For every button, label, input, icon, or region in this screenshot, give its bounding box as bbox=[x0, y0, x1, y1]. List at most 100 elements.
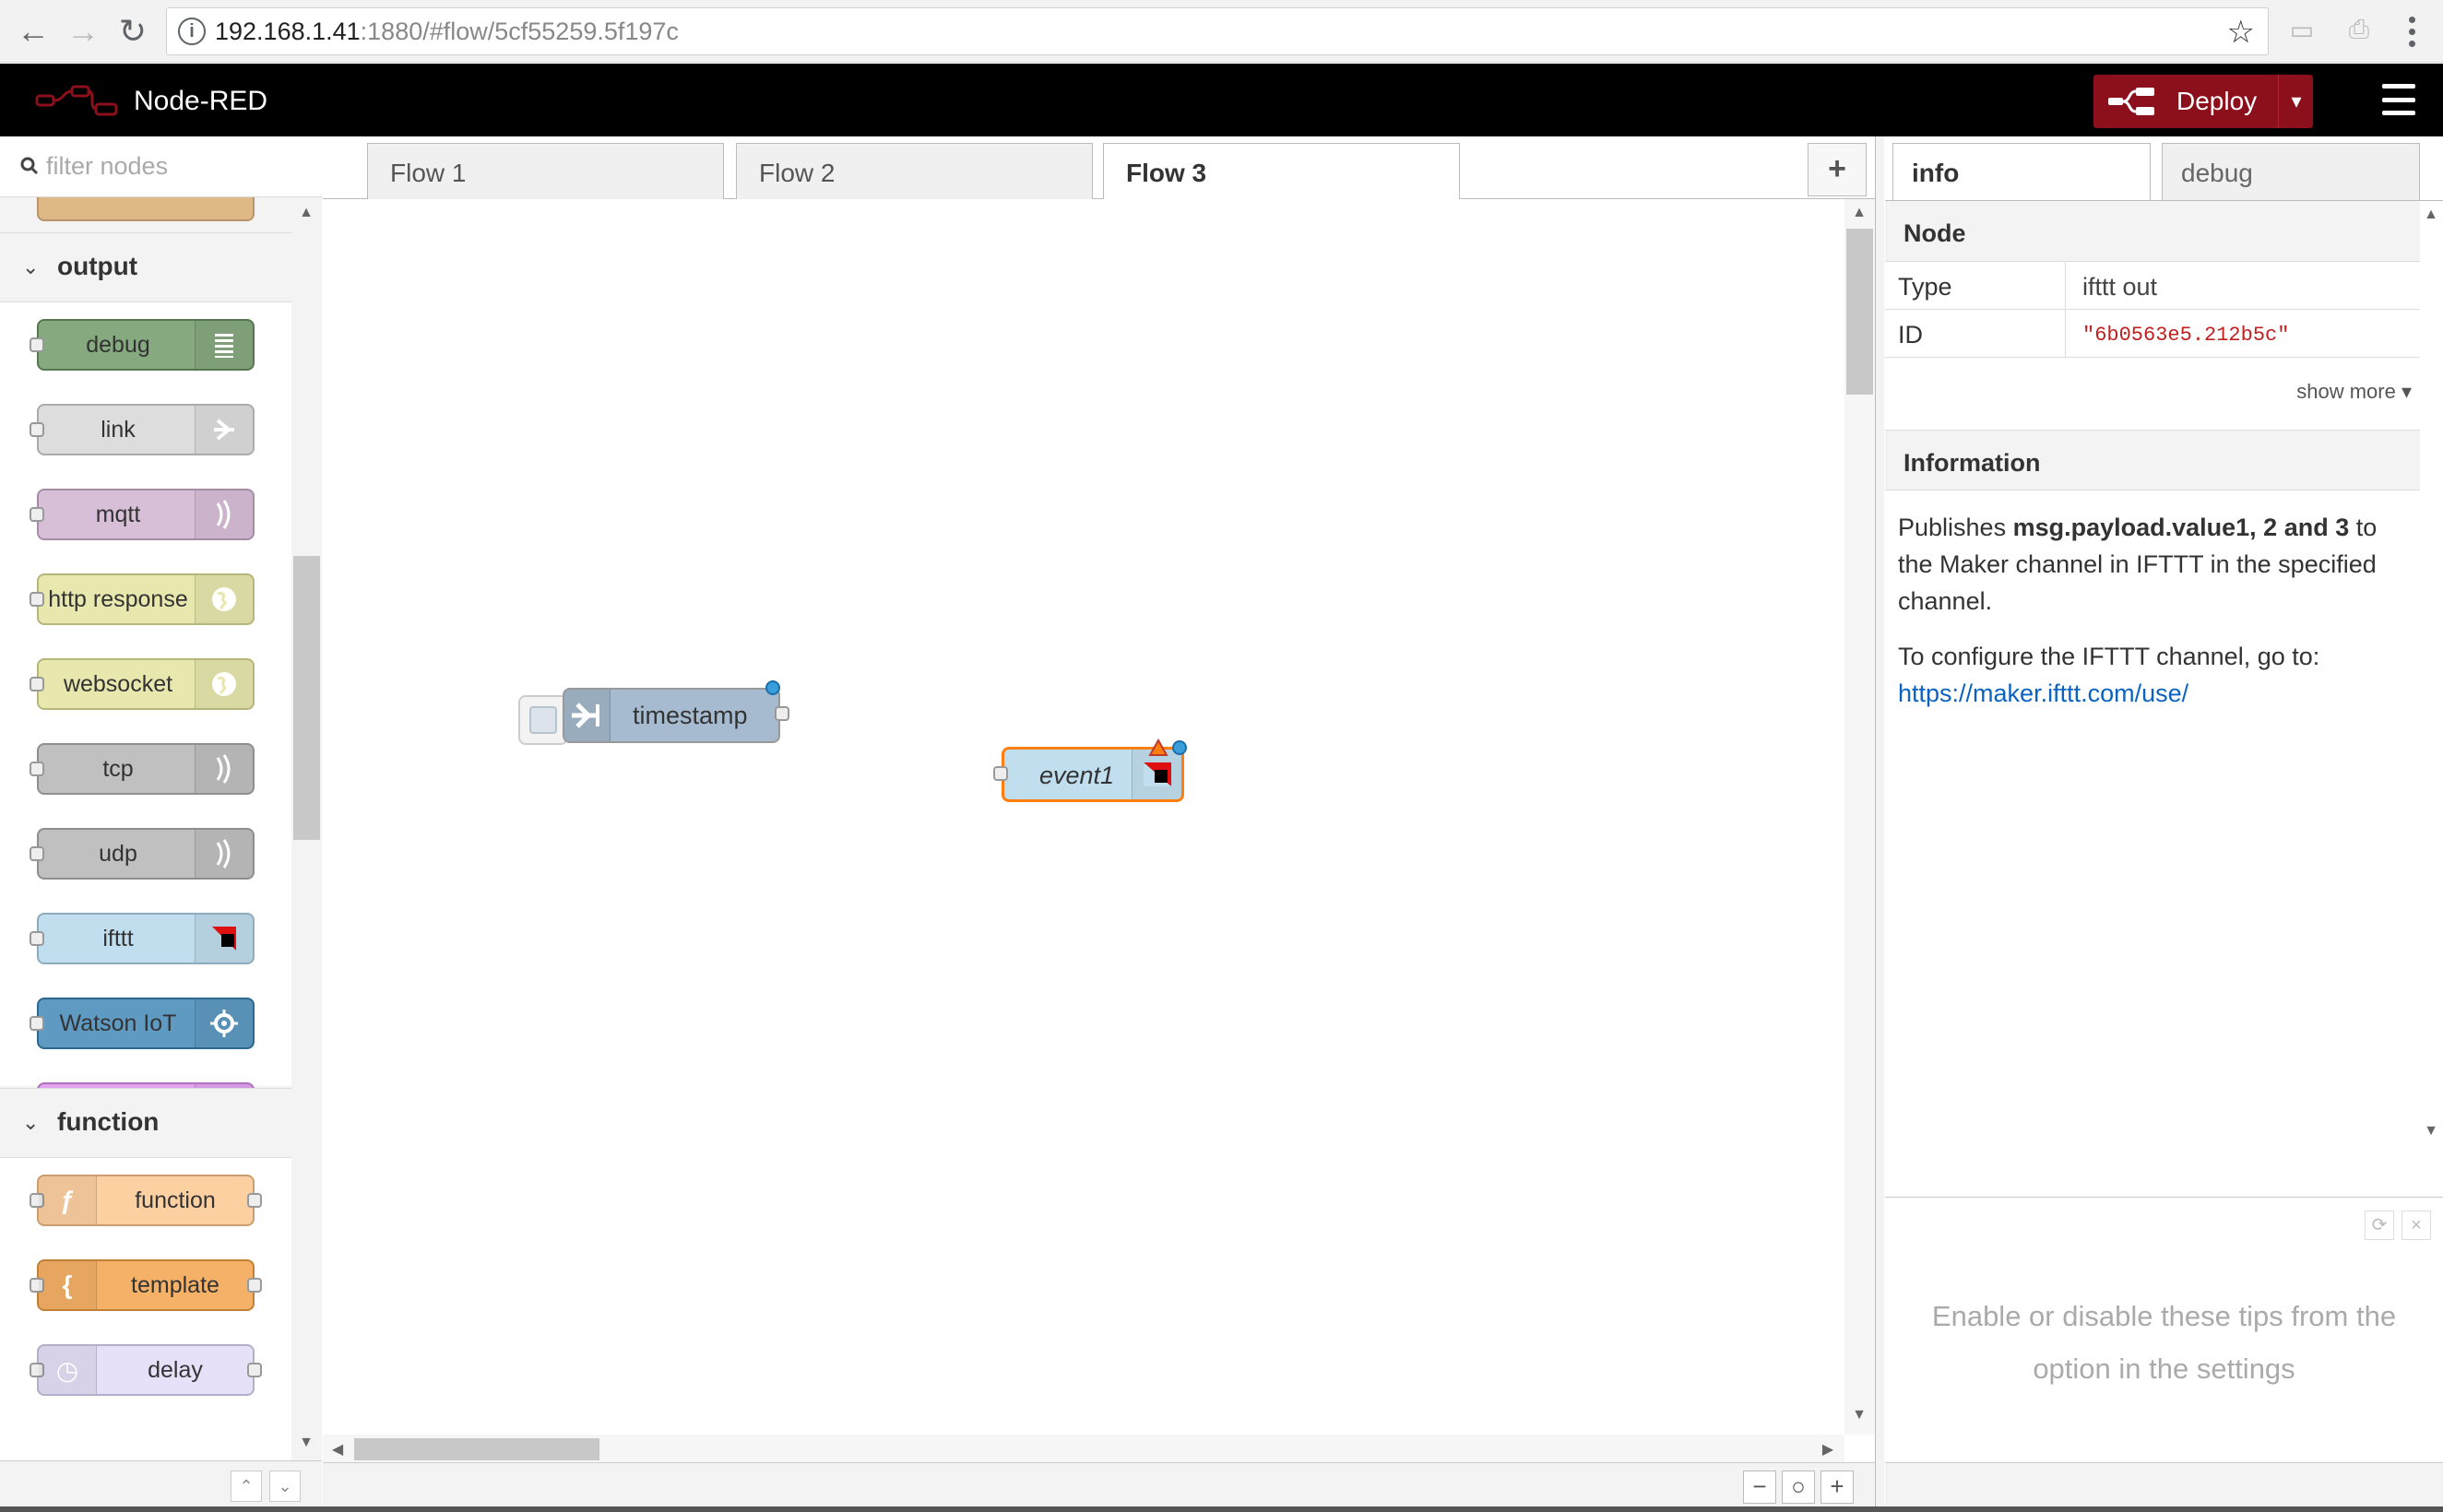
sidebar-tab-info[interactable]: info bbox=[1892, 143, 2151, 200]
palette-node-label: template bbox=[131, 1272, 219, 1298]
scroll-right-arrow-icon[interactable]: ▶ bbox=[1817, 1440, 1839, 1459]
changed-indicator-icon bbox=[1172, 740, 1187, 755]
node-help-text: Publishes msg.payload.value1, 2 and 3 to… bbox=[1898, 509, 2414, 730]
url-text: 192.168.1.41:1880/#flow/5cf55259.5f197c bbox=[215, 18, 679, 45]
address-bar[interactable]: i 192.168.1.41:1880/#flow/5cf55259.5f197… bbox=[166, 7, 2269, 55]
category-function-header[interactable]: ⌄ function bbox=[0, 1088, 291, 1158]
expand-all-icon[interactable]: ⌄ bbox=[269, 1471, 301, 1502]
node-section-header: Node bbox=[1885, 201, 2420, 262]
palette-node-template[interactable]: template { bbox=[30, 1259, 262, 1311]
scroll-up-arrow-icon[interactable]: ▲ bbox=[2420, 207, 2442, 223]
search-icon bbox=[20, 157, 39, 175]
sidebar-scrollbar[interactable]: ▲ ▼ bbox=[2420, 201, 2443, 1324]
canvas-vertical-scroll-thumb[interactable] bbox=[1846, 229, 1873, 395]
deploy-button[interactable]: Deploy ▾ bbox=[2093, 75, 2313, 128]
palette-node-mqtt[interactable]: mqtt bbox=[30, 489, 255, 540]
tip-text: Enable or disable these tips from the op… bbox=[1931, 1300, 2397, 1385]
flow-node-event1[interactable]: event1 bbox=[993, 738, 1187, 802]
pdf-extension-icon[interactable]: ⎙ bbox=[2342, 15, 2376, 48]
filter-nodes-input[interactable] bbox=[44, 146, 312, 186]
canvas-horizontal-scroll-thumb[interactable] bbox=[354, 1438, 599, 1460]
palette-node-tcp[interactable]: tcp bbox=[30, 743, 255, 795]
ifttt-maker-link[interactable]: https://maker.ifttt.com/use/ bbox=[1898, 679, 2188, 707]
back-button[interactable]: ← bbox=[11, 9, 55, 53]
palette-node-websocket[interactable]: websocket bbox=[30, 658, 255, 710]
inject-trigger-button[interactable] bbox=[518, 695, 568, 745]
palette-node-link[interactable]: link bbox=[30, 404, 255, 455]
scroll-down-arrow-icon[interactable]: ▼ bbox=[2420, 1123, 2442, 1140]
tab-flow-2[interactable]: Flow 2 bbox=[736, 143, 1093, 200]
reload-button[interactable]: ↻ bbox=[111, 9, 155, 53]
section-title: Node bbox=[1903, 219, 1966, 247]
palette-node-label: udp bbox=[99, 841, 137, 867]
sidebar-resize-handle[interactable] bbox=[1875, 136, 1884, 1512]
palette-footer: ⌃ ⌄ bbox=[0, 1460, 322, 1512]
zoom-reset-icon[interactable]: ○ bbox=[1782, 1471, 1815, 1504]
palette-scroll-area[interactable]: ⌄ output debug link mqtt http response webso… bbox=[0, 197, 291, 1460]
tab-flow-1[interactable]: Flow 1 bbox=[367, 143, 724, 200]
zoom-out-icon[interactable]: − bbox=[1743, 1471, 1776, 1504]
bridge-icon bbox=[195, 745, 253, 793]
information-section-header: Information bbox=[1885, 430, 2420, 490]
category-output-header[interactable]: ⌄ output bbox=[0, 232, 291, 302]
palette-node-http-response[interactable]: http response bbox=[30, 573, 255, 625]
back-arrow-icon: ← bbox=[17, 12, 50, 50]
scroll-up-arrow-icon[interactable]: ▲ bbox=[295, 205, 317, 221]
scroll-down-arrow-icon[interactable]: ▼ bbox=[295, 1435, 317, 1451]
watson-iot-icon bbox=[195, 999, 253, 1047]
sidebar-tab-debug[interactable]: debug bbox=[2162, 143, 2420, 200]
flow-tabs: Flow 1 Flow 2 Flow 3 + bbox=[323, 136, 1875, 200]
add-flow-button[interactable]: + bbox=[1808, 143, 1867, 196]
prop-value: ifttt out bbox=[2082, 273, 2158, 301]
template-icon: { bbox=[39, 1261, 97, 1309]
flow-canvas[interactable]: timestamp event1 bbox=[323, 199, 1844, 1435]
palette-node-udp[interactable]: udp bbox=[30, 828, 255, 880]
input-port[interactable] bbox=[993, 766, 1008, 781]
palette-node-ifttt[interactable]: ifttt bbox=[30, 913, 255, 964]
scroll-up-arrow-icon[interactable]: ▲ bbox=[1848, 205, 1870, 221]
palette-node-watson-iot[interactable]: Watson IoT bbox=[30, 998, 255, 1049]
prop-row-type: Type ifttt out bbox=[1885, 262, 2420, 310]
show-more-link[interactable]: show more ▾ bbox=[2296, 380, 2412, 404]
list-icon bbox=[195, 321, 253, 369]
palette-node-debug[interactable]: debug bbox=[30, 319, 255, 371]
palette-search bbox=[0, 136, 322, 197]
forward-button[interactable]: → bbox=[61, 9, 105, 53]
flow-node-timestamp[interactable]: timestamp bbox=[563, 680, 789, 743]
palette-node-partial[interactable] bbox=[37, 197, 255, 221]
changed-indicator-icon bbox=[765, 680, 780, 695]
tab-label: debug bbox=[2181, 159, 2253, 187]
bookmark-star-icon[interactable]: ☆ bbox=[2227, 14, 2255, 51]
close-tip-icon[interactable]: × bbox=[2401, 1211, 2431, 1240]
browser-menu-icon[interactable] bbox=[2398, 9, 2425, 53]
inject-icon bbox=[564, 690, 611, 741]
main-menu-icon[interactable] bbox=[2382, 84, 2415, 115]
tab-label: info bbox=[1912, 159, 1960, 187]
output-port[interactable] bbox=[775, 706, 789, 721]
node-palette: ⌄ output debug link mqtt http response webso… bbox=[0, 136, 322, 1512]
category-label: function bbox=[57, 1107, 160, 1136]
zoom-in-icon[interactable]: + bbox=[1820, 1471, 1854, 1504]
refresh-tip-icon[interactable]: ⟳ bbox=[2365, 1211, 2394, 1240]
chevron-down-icon: ⌄ bbox=[22, 1111, 40, 1134]
node-red-logo bbox=[35, 85, 118, 116]
tab-flow-3[interactable]: Flow 3 bbox=[1103, 143, 1460, 200]
deploy-menu-caret-icon[interactable]: ▾ bbox=[2278, 75, 2314, 128]
scroll-left-arrow-icon[interactable]: ◀ bbox=[326, 1440, 349, 1459]
palette-node-label: link bbox=[101, 417, 136, 443]
ifttt-icon bbox=[195, 915, 253, 963]
palette-node-function[interactable]: function ƒ bbox=[30, 1175, 262, 1226]
deploy-icon bbox=[2108, 88, 2154, 115]
chevron-down-icon: ⌄ bbox=[22, 255, 40, 278]
collapse-all-icon[interactable]: ⌃ bbox=[231, 1471, 262, 1502]
palette-scrollbar-thumb[interactable] bbox=[293, 556, 320, 840]
deploy-label: Deploy bbox=[2176, 87, 2258, 115]
palette-node-delay[interactable]: delay ◷ bbox=[30, 1344, 262, 1396]
site-info-icon[interactable]: i bbox=[178, 18, 206, 45]
tab-label: Flow 3 bbox=[1126, 159, 1207, 187]
tab-label: Flow 2 bbox=[759, 159, 836, 187]
cast-extension-icon[interactable]: ▭ bbox=[2285, 15, 2318, 48]
scroll-down-arrow-icon[interactable]: ▼ bbox=[1848, 1407, 1870, 1423]
sidebar-footer bbox=[1885, 1462, 2443, 1512]
bridge-icon bbox=[195, 490, 253, 538]
